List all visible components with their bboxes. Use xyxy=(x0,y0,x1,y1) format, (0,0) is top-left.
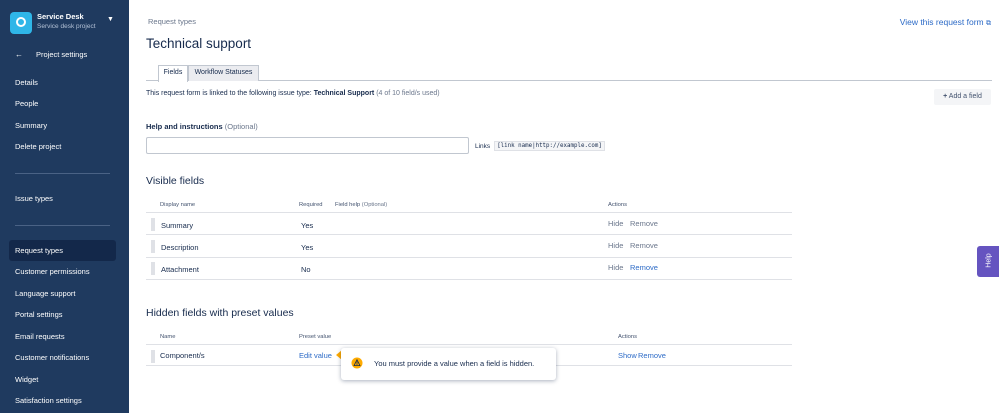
hide-action[interactable]: Hide xyxy=(608,263,623,272)
column-display-name: Display name xyxy=(160,202,196,208)
view-request-form-label: View this request form xyxy=(899,17,984,27)
visible-fields-title: Visible fields xyxy=(146,175,205,187)
add-field-label: Add a field xyxy=(948,93,982,100)
sidebar-item-details[interactable]: Details xyxy=(15,78,38,88)
visible-field-required[interactable]: Yes xyxy=(301,221,313,230)
hidden-fields-title: Hidden fields with preset values xyxy=(146,307,294,319)
sidebar-item-widget[interactable]: Widget xyxy=(15,375,38,385)
sidebar-divider xyxy=(15,225,110,226)
visible-field-name: Summary xyxy=(161,221,194,230)
help-instructions-label: Help and instructions (Optional) xyxy=(146,122,258,131)
visible-field-required[interactable]: Yes xyxy=(301,243,313,252)
remove-action[interactable]: Remove xyxy=(638,351,666,360)
view-request-form-link[interactable]: View this request form ⧉ xyxy=(900,17,991,28)
project-type: Service desk project xyxy=(37,23,96,30)
drag-handle-icon[interactable] xyxy=(151,262,155,275)
column-required: Required xyxy=(299,202,323,208)
column-field-help: Field help (Optional) xyxy=(335,202,387,208)
linked-issue-type-text: This request form is linked to the follo… xyxy=(146,90,440,97)
optional-tag: (Optional) xyxy=(224,122,258,131)
sidebar-item-customer-notifications[interactable]: Customer notifications xyxy=(15,353,89,363)
visible-field-required[interactable]: No xyxy=(301,265,311,274)
show-action[interactable]: Show xyxy=(618,351,637,360)
sidebar: Service Desk Service desk project ▼ ← Pr… xyxy=(0,0,129,413)
links-format-code: [link name|http://example.com] xyxy=(494,141,605,151)
column-actions: Actions xyxy=(608,202,628,208)
back-label: Project settings xyxy=(36,50,88,59)
chevron-down-icon[interactable]: ▼ xyxy=(107,16,114,23)
external-link-icon: ⧉ xyxy=(986,20,991,27)
sidebar-divider xyxy=(15,173,110,174)
tooltip-message: You must provide a value when a field is… xyxy=(374,359,535,368)
help-button[interactable]: Help xyxy=(977,246,999,277)
help-instructions-title: Help and instructions xyxy=(146,122,223,131)
column-name: Name xyxy=(160,334,176,340)
links-hint: Links [link name|http://example.com] xyxy=(475,141,605,151)
sidebar-item-email-requests[interactable]: Email requests xyxy=(15,332,65,342)
sidebar-item-request-types[interactable]: Request types xyxy=(15,246,63,256)
hidden-field-name: Component/s xyxy=(160,351,205,360)
remove-action[interactable]: Remove xyxy=(630,263,658,272)
column-actions: Actions xyxy=(618,334,638,340)
hide-action[interactable]: Hide xyxy=(608,219,623,228)
add-field-button[interactable]: + Add a field xyxy=(934,89,991,105)
plus-icon: + xyxy=(943,93,948,100)
drag-handle-icon[interactable] xyxy=(151,240,155,253)
sidebar-item-summary[interactable]: Summary xyxy=(15,121,47,131)
back-to-project-settings[interactable]: ← Project settings xyxy=(15,50,87,59)
sidebar-item-portal-settings[interactable]: Portal settings xyxy=(15,310,63,320)
table-header-divider xyxy=(146,212,792,213)
sidebar-item-language-support[interactable]: Language support xyxy=(15,289,75,299)
visible-field-name: Attachment xyxy=(161,265,199,274)
sidebar-item-issue-types[interactable]: Issue types xyxy=(15,194,53,204)
linked-issue-type: Technical Support xyxy=(313,90,375,97)
linked-prefix: This request form is linked to the follo… xyxy=(146,90,312,97)
sidebar-item-customer-permissions[interactable]: Customer permissions xyxy=(15,267,90,277)
remove-action[interactable]: Remove xyxy=(630,241,658,250)
help-label: Help xyxy=(985,253,993,268)
arrow-left-icon: ← xyxy=(15,50,23,59)
links-label: Links xyxy=(475,142,491,150)
drag-handle-icon[interactable] xyxy=(151,218,155,231)
tab-bar: Fields Workflow Statuses xyxy=(146,65,992,82)
field-help-label: Field help xyxy=(335,202,361,208)
breadcrumb[interactable]: Request types xyxy=(148,17,196,26)
page-title: Technical support xyxy=(146,36,252,51)
row-divider xyxy=(146,257,792,258)
row-divider xyxy=(146,234,792,235)
remove-action[interactable]: Remove xyxy=(630,219,658,228)
sidebar-item-satisfaction-settings[interactable]: Satisfaction settings xyxy=(15,396,82,406)
tab-fields[interactable]: Fields xyxy=(158,65,188,82)
field-help-optional: (Optional) xyxy=(361,202,388,208)
hide-action[interactable]: Hide xyxy=(608,241,623,250)
tab-workflow-statuses[interactable]: Workflow Statuses xyxy=(188,65,259,81)
project-header[interactable]: Service Desk Service desk project xyxy=(10,12,96,34)
edit-value-link[interactable]: Edit value xyxy=(299,351,332,360)
sidebar-item-delete-project[interactable]: Delete project xyxy=(15,142,61,152)
column-preset-value: Preset value xyxy=(299,334,332,340)
project-avatar-icon xyxy=(10,12,32,34)
row-divider xyxy=(146,279,792,280)
table-header-divider xyxy=(146,344,792,345)
help-instructions-input[interactable] xyxy=(146,137,469,154)
warning-tooltip: You must provide a value when a field is… xyxy=(341,348,556,380)
drag-handle-icon[interactable] xyxy=(151,350,155,363)
linked-field-count: (4 of 10 field/s used) xyxy=(376,90,440,97)
project-name: Service Desk xyxy=(37,12,84,21)
visible-field-name: Description xyxy=(161,243,199,252)
sidebar-item-people[interactable]: People xyxy=(15,99,38,109)
warning-icon xyxy=(351,357,363,369)
